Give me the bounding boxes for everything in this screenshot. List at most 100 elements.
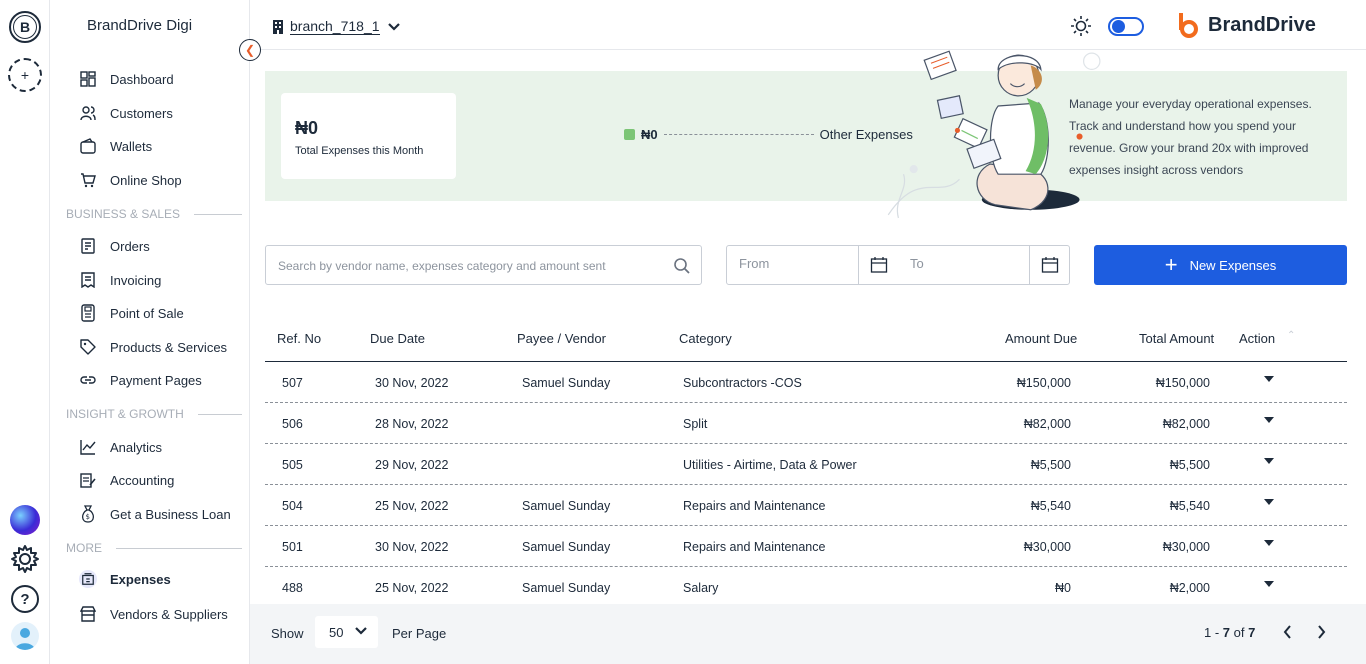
sun-icon[interactable] (1070, 15, 1092, 37)
to-date-field (898, 246, 1029, 284)
sidebar-item-payment-pages[interactable]: Payment Pages (79, 369, 202, 391)
chevron-left-icon: ❮ (244, 43, 256, 57)
collapse-sidebar-button[interactable]: ❮ (239, 39, 261, 61)
caret-down-icon (1264, 540, 1274, 546)
sort-up-icon[interactable]: ⌃ (1287, 330, 1295, 341)
table-header: Ref. No Due Date Payee / Vendor Category… (265, 318, 1347, 362)
chevron-right-icon (1317, 625, 1325, 639)
settings-gear-icon[interactable] (9, 543, 41, 575)
sidebar-item-customers[interactable]: Customers (79, 102, 173, 124)
chevron-down-icon (355, 626, 368, 638)
sidebar-item-analytics[interactable]: Analytics (79, 436, 162, 458)
search-input[interactable] (278, 256, 658, 276)
row-action-dropdown[interactable] (1263, 497, 1275, 509)
chevron-left-icon (1283, 625, 1291, 639)
user-avatar[interactable] (11, 622, 39, 650)
previous-page-button[interactable] (1275, 620, 1299, 644)
cell-total-amount: ₦82,000 (1162, 417, 1210, 431)
table-row[interactable]: 505 29 Nov, 2022 Utilities - Airtime, Da… (265, 444, 1347, 485)
caret-down-icon (1264, 458, 1274, 464)
table-row[interactable]: 488 25 Nov, 2022 Samuel Sunday Salary ₦0… (265, 567, 1347, 608)
section-more: MORE (66, 541, 242, 555)
row-action-dropdown[interactable] (1263, 456, 1275, 468)
branch-selector[interactable]: branch_718_1 (272, 18, 400, 35)
cell-ref: 504 (282, 499, 303, 513)
new-expenses-button[interactable]: + New Expenses (1094, 245, 1347, 285)
pagination-range: 1 - 7 of 7 (1204, 625, 1256, 640)
total-expenses-card: ₦0 Total Expenses this Month (281, 93, 456, 179)
from-date-input[interactable] (739, 256, 849, 271)
cell-ref: 505 (282, 458, 303, 472)
date-range-filter (726, 245, 1070, 285)
loan-icon: $ (79, 505, 97, 523)
sidebar-item-dashboard[interactable]: Dashboard (79, 68, 174, 90)
sidebar-item-products-services[interactable]: Products & Services (79, 336, 227, 358)
cell-payee: Samuel Sunday (522, 540, 611, 554)
cell-total-amount: ₦5,540 (1169, 499, 1210, 513)
caret-down-icon (1264, 499, 1274, 505)
sidebar-item-online-shop[interactable]: Online Shop (79, 169, 182, 191)
section-divider (116, 547, 242, 549)
to-calendar-button[interactable] (1029, 246, 1069, 284)
add-organization-button[interactable]: + (8, 58, 42, 92)
row-action-dropdown[interactable] (1263, 538, 1275, 550)
header-due-date[interactable]: Due Date (370, 331, 425, 346)
invoice-icon (79, 271, 97, 289)
cell-ref: 488 (282, 581, 303, 595)
sidebar-item-point-of-sale[interactable]: Point of Sale (79, 302, 184, 324)
cell-ref: 501 (282, 540, 303, 554)
header-category[interactable]: Category (679, 331, 732, 346)
header-action[interactable]: Action (1239, 331, 1275, 346)
cell-category: Salary (683, 581, 719, 595)
row-action-dropdown[interactable] (1263, 415, 1275, 427)
sidebar-item-accounting[interactable]: Accounting (79, 469, 174, 491)
cell-date: 30 Nov, 2022 (375, 540, 449, 554)
cell-total-amount: ₦150,000 (1155, 376, 1210, 390)
header-payee[interactable]: Payee / Vendor (517, 331, 606, 346)
table-row[interactable]: 507 30 Nov, 2022 Samuel Sunday Subcontra… (265, 362, 1347, 403)
sidebar-item-wallets[interactable]: Wallets (79, 135, 152, 157)
search-icon[interactable] (673, 257, 691, 275)
per-page-select[interactable]: 50 (315, 616, 378, 648)
header-total-amount[interactable]: Total Amount (1139, 331, 1214, 346)
sidebar-item-expenses[interactable]: Expenses (79, 568, 171, 590)
cell-amount-due: ₦82,000 (1023, 417, 1071, 431)
theme-toggle[interactable] (1108, 17, 1144, 36)
legend-value: ₦0 (641, 127, 658, 142)
cell-payee: Samuel Sunday (522, 376, 611, 390)
calendar-icon (870, 257, 887, 273)
plus-icon: + (1164, 252, 1178, 277)
building-icon (273, 19, 283, 34)
section-divider (197, 413, 242, 415)
help-button[interactable]: ? (11, 585, 39, 613)
business-name: BrandDrive Digi (87, 17, 193, 34)
wallet-icon (79, 137, 97, 155)
top-bar: branch_718_1 BrandDrive (250, 0, 1366, 50)
row-action-dropdown[interactable] (1263, 374, 1275, 386)
row-action-dropdown[interactable] (1263, 579, 1275, 591)
from-date-field (727, 246, 858, 284)
header-ref-no[interactable]: Ref. No (277, 331, 321, 346)
table-row[interactable]: 504 25 Nov, 2022 Samuel Sunday Repairs a… (265, 485, 1347, 526)
header-amount-due[interactable]: Amount Due (1005, 331, 1077, 346)
globe-icon[interactable] (10, 505, 40, 535)
cart-icon (79, 171, 97, 189)
users-icon (79, 104, 97, 122)
sidebar-item-orders[interactable]: Orders (79, 235, 150, 257)
sidebar: BrandDrive Digi ❮ Dashboard Customers Wa… (50, 0, 261, 664)
sidebar-item-business-loan[interactable]: $ Get a Business Loan (79, 503, 231, 525)
total-expenses-label: Total Expenses this Month (295, 145, 424, 157)
table-row[interactable]: 501 30 Nov, 2022 Samuel Sunday Repairs a… (265, 526, 1347, 567)
cell-total-amount: ₦30,000 (1162, 540, 1210, 554)
table-row[interactable]: 506 28 Nov, 2022 Split ₦82,000 ₦82,000 (265, 403, 1347, 444)
next-page-button[interactable] (1309, 620, 1333, 644)
cell-date: 25 Nov, 2022 (375, 581, 449, 595)
from-calendar-button[interactable] (858, 246, 898, 284)
cell-amount-due: ₦150,000 (1016, 376, 1071, 390)
to-date-input[interactable] (910, 256, 1020, 271)
org-avatar[interactable]: B (9, 11, 41, 43)
sidebar-item-invoicing[interactable]: Invoicing (79, 269, 161, 291)
cell-date: 29 Nov, 2022 (375, 458, 449, 472)
expenses-summary-banner: ₦0 Total Expenses this Month ₦0 Other Ex… (265, 71, 1347, 201)
sidebar-item-vendors-suppliers[interactable]: Vendors & Suppliers (79, 603, 228, 625)
